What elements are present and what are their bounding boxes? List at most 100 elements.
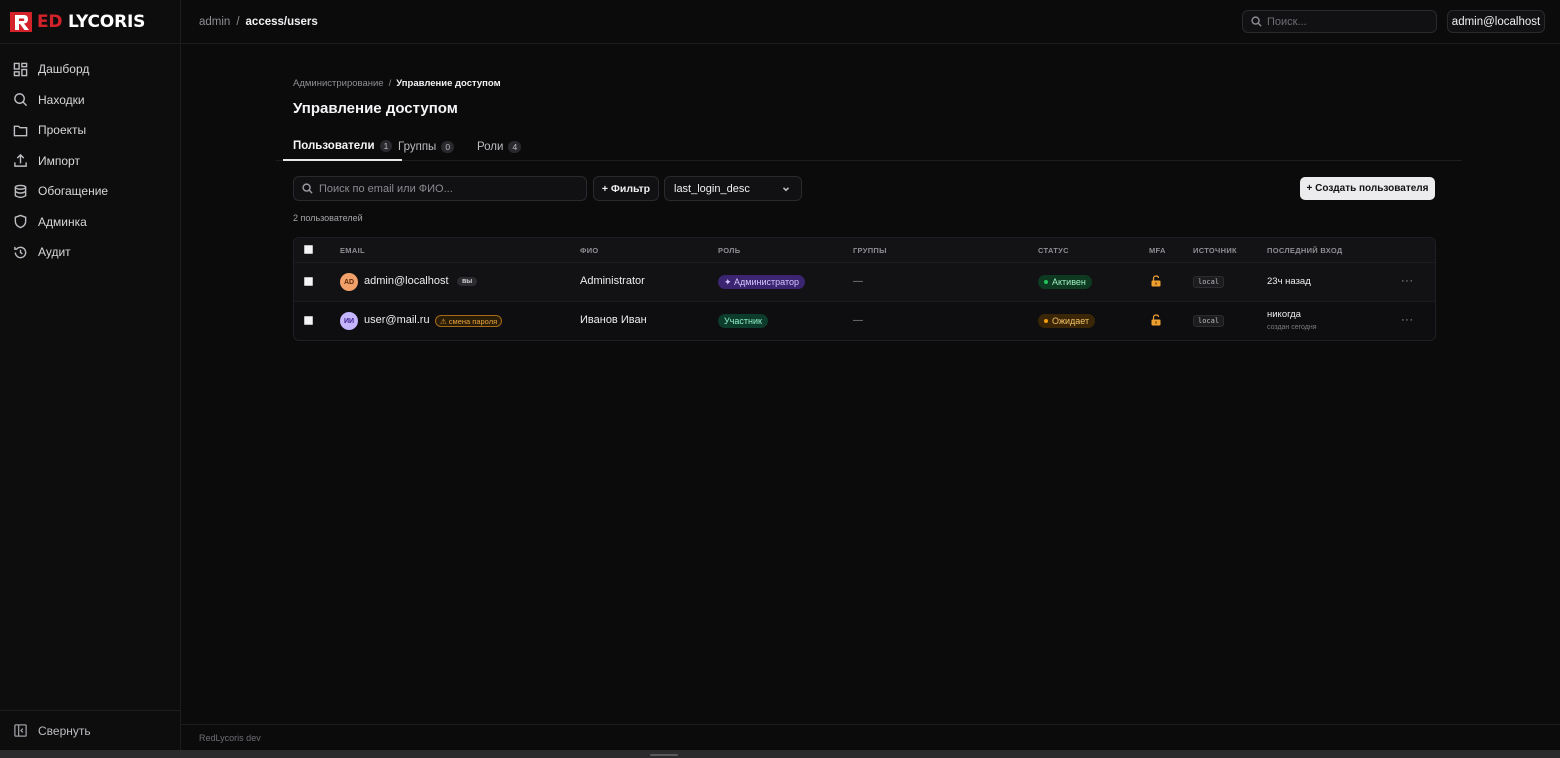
row-checkbox[interactable]	[304, 277, 313, 286]
app: ED LYCORIS Дашборд Находки Проекты Импор…	[0, 0, 1560, 758]
status-label: Ожидает	[1052, 316, 1090, 326]
user-menu-button[interactable]: admin@localhost	[1447, 10, 1545, 33]
status-dot-icon	[1044, 319, 1048, 323]
row-checkbox[interactable]	[304, 316, 313, 325]
tabs: Пользователи 1 Группы 0 Роли 4	[276, 132, 1462, 161]
chevron-down-icon	[782, 186, 790, 191]
row-actions-button[interactable]: ···	[1401, 314, 1414, 326]
column-header-role[interactable]: РОЛЬ	[718, 246, 740, 255]
main-content: Администрирование / Управление доступом …	[181, 44, 1560, 724]
database-icon	[14, 184, 27, 198]
brand-logo[interactable]: ED LYCORIS	[0, 0, 180, 44]
user-groups: —	[853, 276, 863, 287]
user-fio: Administrator	[580, 275, 645, 287]
sort-value: last_login_desc	[674, 182, 750, 195]
user-search-input[interactable]: Поиск по email или ФИО...	[293, 176, 587, 201]
row-actions-button[interactable]: ···	[1401, 275, 1414, 287]
sidebar-item-admin[interactable]: Админка	[0, 207, 180, 238]
tab-count: 0	[441, 140, 455, 153]
column-header-status[interactable]: СТАТУС	[1038, 246, 1069, 255]
column-header-source[interactable]: ИСТОЧНИК	[1193, 246, 1237, 255]
page-breadcrumb-root[interactable]: Администрирование	[293, 78, 384, 89]
logo-mark-icon	[9, 11, 35, 33]
global-search-placeholder: Поиск...	[1267, 15, 1307, 28]
page-breadcrumb-current: Управление доступом	[396, 78, 501, 89]
tab-label: Пользователи	[293, 139, 375, 152]
global-search-input[interactable]: Поиск...	[1242, 10, 1437, 33]
page-title: Управление доступом	[293, 100, 458, 117]
user-email[interactable]: admin@localhost	[364, 275, 449, 287]
tab-label: Группы	[398, 140, 437, 153]
search-icon	[302, 183, 313, 194]
history-icon	[14, 246, 27, 259]
sidebar-item-findings[interactable]: Находки	[0, 85, 180, 116]
breadcrumb: admin / access/users	[181, 16, 318, 28]
column-header-groups[interactable]: ГРУППЫ	[853, 246, 887, 255]
sort-select[interactable]: last_login_desc	[664, 176, 802, 201]
table-row[interactable]: ИИ user@mail.ru ⚠ смена пароля Иванов Ив…	[294, 302, 1435, 340]
page-breadcrumb: Администрирование / Управление доступом	[293, 78, 501, 89]
sidebar-collapse-icon	[14, 724, 27, 737]
status-badge: Активен	[1038, 275, 1092, 289]
sidebar-item-label: Админка	[38, 214, 87, 229]
resize-handle[interactable]	[650, 754, 678, 756]
you-badge: вы	[457, 277, 478, 286]
footer-text: RedLycoris dev	[199, 732, 261, 743]
sidebar-item-audit[interactable]: Аудит	[0, 237, 180, 268]
tab-users[interactable]: Пользователи 1	[283, 132, 403, 161]
breadcrumb-root[interactable]: admin	[199, 16, 230, 28]
sidebar: ED LYCORIS Дашборд Находки Проекты Импор…	[0, 0, 181, 750]
tab-groups[interactable]: Группы 0	[398, 132, 455, 161]
table-header: EMAIL ФИО РОЛЬ ГРУППЫ СТАТУС MFA ИСТОЧНИ…	[294, 238, 1435, 263]
tab-roles[interactable]: Роли 4	[477, 132, 522, 161]
dashboard-icon	[13, 62, 28, 77]
select-all-checkbox[interactable]	[304, 245, 313, 254]
source-badge: local	[1193, 315, 1225, 327]
last-login-sub: создан сегодня	[1267, 324, 1317, 331]
mfa-unlocked-icon	[1151, 275, 1161, 287]
status-badge: Ожидает	[1038, 314, 1096, 328]
sidebar-nav: Дашборд Находки Проекты Импорт Обогащени…	[0, 44, 180, 268]
mfa-unlocked-icon	[1151, 314, 1161, 326]
column-header-email[interactable]: EMAIL	[340, 246, 365, 255]
sidebar-item-label: Находки	[38, 92, 85, 107]
password-change-warning-badge: ⚠ смена пароля	[435, 315, 503, 327]
create-user-button[interactable]: + Создать пользователя	[1300, 177, 1435, 200]
last-login: никогда	[1267, 309, 1301, 320]
window-bottom-bar	[0, 750, 1560, 758]
sidebar-item-label: Дашборд	[38, 62, 90, 77]
sidebar-item-enrichment[interactable]: Обогащение	[0, 176, 180, 207]
user-groups: —	[853, 315, 863, 326]
sidebar-item-dashboard[interactable]: Дашборд	[0, 54, 180, 85]
status-dot-icon	[1044, 280, 1048, 284]
folder-icon	[13, 125, 28, 137]
collapse-label: Свернуть	[38, 723, 91, 738]
source-badge: local	[1193, 276, 1225, 288]
column-header-mfa[interactable]: MFA	[1149, 246, 1166, 255]
breadcrumb-current: access/users	[245, 15, 318, 28]
user-search-placeholder: Поиск по email или ФИО...	[319, 182, 453, 195]
search-icon	[1251, 16, 1262, 27]
sidebar-item-projects[interactable]: Проекты	[0, 115, 180, 146]
sidebar-item-label: Аудит	[38, 245, 71, 260]
user-count: 2 пользователей	[293, 213, 363, 223]
status-label: Активен	[1052, 277, 1086, 287]
last-login: 23ч назад	[1267, 276, 1311, 287]
sidebar-item-import[interactable]: Импорт	[0, 146, 180, 177]
avatar: AD	[340, 273, 358, 291]
upload-icon	[14, 154, 27, 168]
column-header-last-login[interactable]: ПОСЛЕДНИЙ ВХОД	[1267, 246, 1343, 255]
user-email[interactable]: user@mail.ru	[364, 314, 430, 326]
sidebar-item-label: Проекты	[38, 123, 87, 138]
collapse-sidebar-button[interactable]: Свернуть	[0, 710, 180, 750]
role-badge: Участник	[718, 314, 768, 328]
topbar: admin / access/users Поиск... admin@loca…	[181, 0, 1560, 44]
role-badge: ✦ Администратор	[718, 275, 805, 289]
breadcrumb-separator: /	[236, 15, 240, 28]
shield-icon	[14, 214, 27, 229]
table-row[interactable]: AD admin@localhost вы Administrator ✦ Ад…	[294, 263, 1435, 302]
column-header-fio[interactable]: ФИО	[580, 246, 599, 255]
tab-count: 4	[508, 140, 522, 153]
breadcrumb-separator: /	[388, 78, 392, 89]
add-filter-button[interactable]: + Фильтр	[593, 176, 659, 201]
